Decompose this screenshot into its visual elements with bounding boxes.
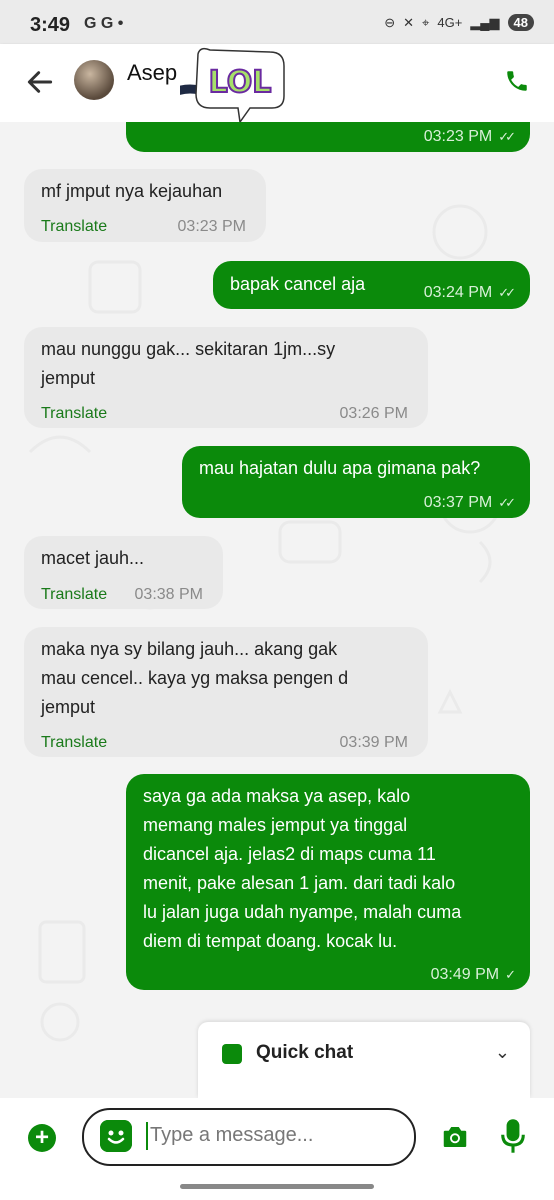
message-bubble-outgoing[interactable]: mau hajatan dulu apa gimana pak? 03:37 P… bbox=[182, 446, 530, 518]
read-ticks-icon: ✓✓ bbox=[498, 495, 516, 510]
chat-header: Asep LOL bbox=[0, 44, 554, 124]
message-input[interactable]: Type a message... bbox=[82, 1108, 416, 1166]
system-icons: ⊖ ✕ ⌖ 4G+ ▂▄▆ 48 bbox=[384, 14, 534, 31]
translate-link[interactable]: Translate bbox=[41, 728, 107, 757]
camera-icon[interactable] bbox=[440, 1122, 470, 1152]
signal-icon: ▂▄▆ bbox=[470, 14, 500, 30]
quick-chat-label: Quick chat bbox=[256, 1042, 354, 1063]
translate-link[interactable]: Translate bbox=[41, 212, 107, 241]
message-text: maka nya sy bilang jauh... akang gak mau… bbox=[41, 639, 349, 717]
message-text: mau nunggu gak... sekitaran 1jm...sy jem… bbox=[41, 339, 336, 388]
message-time: 03:23 PM ✓✓ bbox=[423, 122, 516, 151]
lol-sticker: LOL bbox=[180, 47, 285, 124]
sticker-emoji-icon[interactable] bbox=[100, 1120, 132, 1152]
microphone-icon[interactable] bbox=[500, 1118, 526, 1154]
avatar[interactable] bbox=[74, 60, 114, 100]
network-label: 4G+ bbox=[437, 15, 463, 30]
translate-link[interactable]: Translate bbox=[41, 399, 107, 428]
dnd-icon: ⊖ bbox=[384, 14, 396, 30]
time-text: 03:37 PM bbox=[423, 494, 493, 511]
message-time: 03:38 PM bbox=[134, 586, 203, 603]
time-text: 03:49 PM bbox=[430, 966, 500, 983]
message-text: saya ga ada maksa ya asep, kalo memang m… bbox=[143, 786, 462, 951]
status-bar: 3:49 G G • ⊖ ✕ ⌖ 4G+ ▂▄▆ 48 bbox=[0, 0, 554, 44]
message-text: macet jauh... bbox=[41, 548, 145, 568]
status-time: 3:49 bbox=[30, 14, 71, 36]
quick-chat-panel[interactable]: Quick chat ⌄ bbox=[198, 1022, 530, 1098]
message-time: 03:39 PM bbox=[339, 734, 408, 751]
read-ticks-icon: ✓✓ bbox=[498, 285, 516, 300]
chat-area[interactable]: 03:23 PM ✓✓ mf jmput nya kejauhan Transla… bbox=[0, 122, 554, 1092]
location-icon: ⌖ bbox=[422, 14, 430, 30]
home-indicator bbox=[180, 1184, 374, 1189]
message-time: 03:37 PM ✓✓ bbox=[423, 488, 516, 517]
time-text: 03:24 PM bbox=[423, 284, 493, 301]
back-arrow-icon[interactable] bbox=[24, 66, 56, 98]
message-bubble-incoming[interactable]: mf jmput nya kejauhan Translate 03:23 PM bbox=[24, 169, 266, 242]
message-time: 03:49 PM ✓ bbox=[430, 960, 516, 989]
translate-link[interactable]: Translate bbox=[41, 580, 107, 609]
sticker-text: LOL bbox=[209, 65, 272, 100]
input-placeholder: Type a message... bbox=[150, 1124, 314, 1146]
sent-tick-icon: ✓ bbox=[505, 967, 516, 982]
message-input-bar: + Type a message... bbox=[0, 1098, 554, 1200]
time-text: 03:23 PM bbox=[423, 128, 493, 145]
message-text: bapak cancel aja bbox=[230, 274, 366, 294]
message-time: 03:26 PM bbox=[339, 405, 408, 422]
quick-chat-star-icon bbox=[222, 1044, 242, 1064]
message-bubble-outgoing[interactable]: bapak cancel aja 03:24 PM ✓✓ bbox=[213, 261, 530, 309]
message-text: mf jmput nya kejauhan bbox=[41, 181, 223, 201]
contact-name[interactable]: Asep bbox=[127, 60, 177, 86]
message-bubble-incoming[interactable]: mau nunggu gak... sekitaran 1jm...sy jem… bbox=[24, 327, 428, 428]
message-bubble-outgoing[interactable]: saya ga ada maksa ya asep, kalo memang m… bbox=[126, 774, 530, 990]
chevron-down-icon[interactable]: ⌄ bbox=[495, 1042, 510, 1063]
message-bubble-incoming[interactable]: maka nya sy bilang jauh... akang gak mau… bbox=[24, 627, 428, 757]
text-cursor bbox=[146, 1122, 148, 1150]
battery-indicator: 48 bbox=[507, 14, 534, 31]
message-text: mau hajatan dulu apa gimana pak? bbox=[199, 458, 481, 478]
message-bubble-incoming[interactable]: macet jauh... Translate 03:38 PM bbox=[24, 536, 223, 609]
message-bubble-outgoing[interactable]: 03:23 PM ✓✓ bbox=[126, 122, 530, 152]
notification-icons: G G • bbox=[84, 15, 124, 32]
message-time: 03:23 PM bbox=[177, 218, 246, 235]
read-ticks-icon: ✓✓ bbox=[498, 129, 516, 144]
message-time: 03:24 PM ✓✓ bbox=[423, 278, 516, 307]
attach-plus-icon[interactable]: + bbox=[28, 1124, 56, 1152]
phone-call-icon[interactable] bbox=[504, 68, 530, 94]
mute-icon: ✕ bbox=[403, 14, 415, 30]
